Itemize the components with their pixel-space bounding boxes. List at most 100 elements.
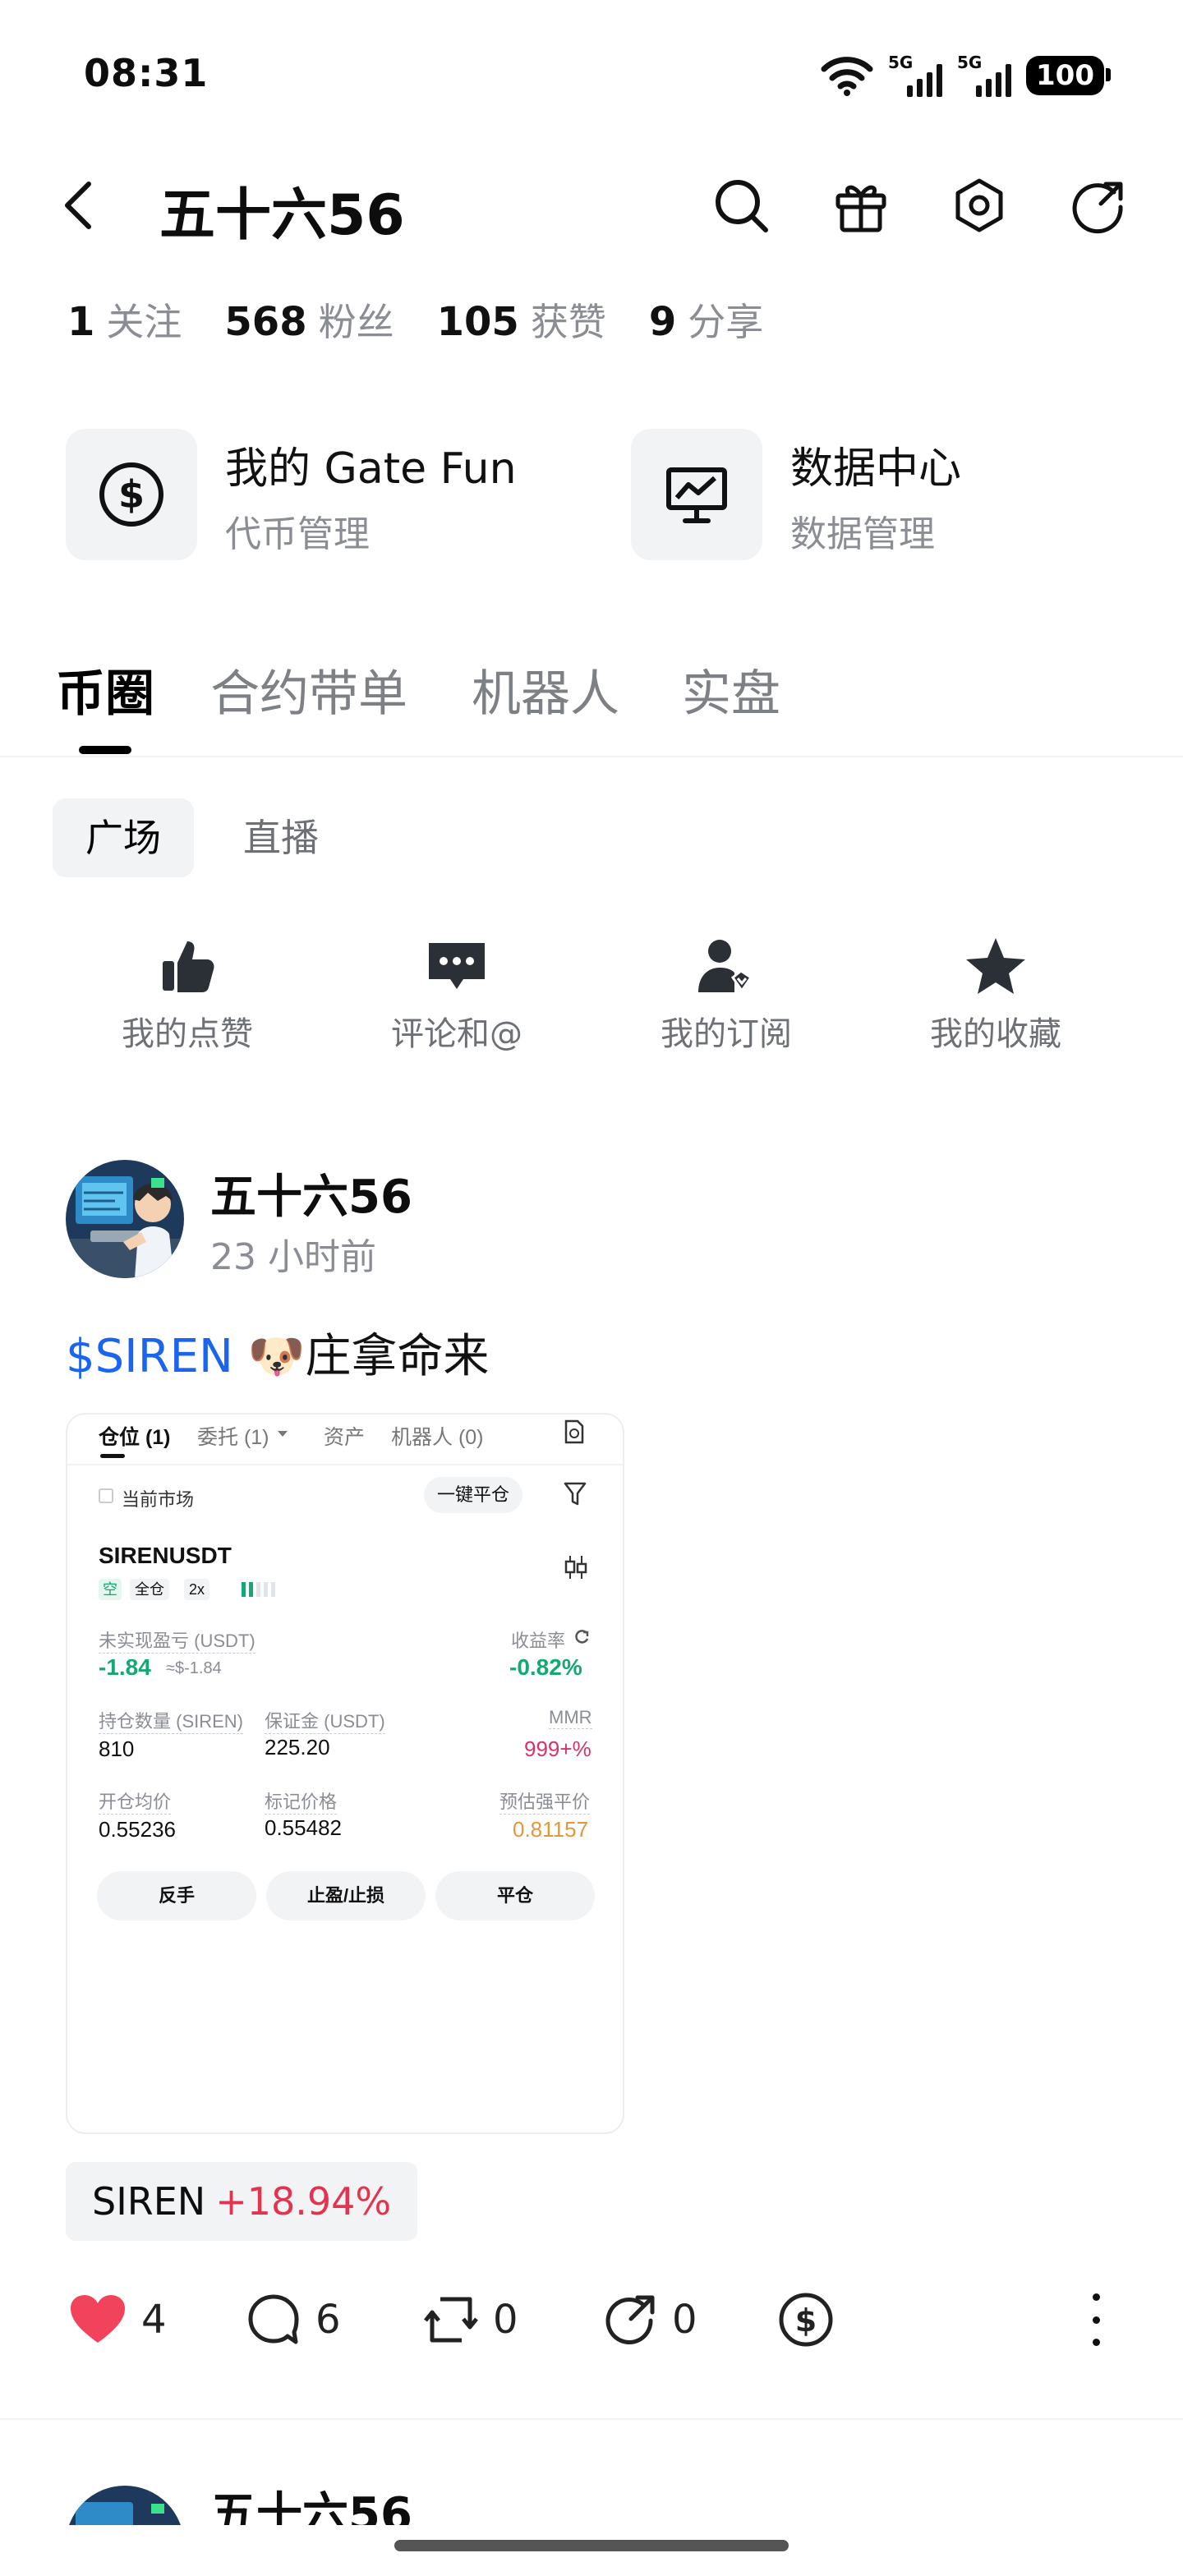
shot-margin-label: 保证金 (USDT) [265,1707,385,1734]
data-center-sub: 数据管理 [790,513,935,555]
shot-entry-value: 0.55236 [99,1817,176,1842]
like-button[interactable]: 4 [69,2290,167,2349]
dog-emoji: 🐶 [247,1330,306,1383]
my-favorites-button[interactable]: 我的收藏 [897,933,1094,1055]
thumbs-up-icon [163,941,214,992]
shot-upnl-approx: ≈$-1.84 [166,1659,222,1677]
post-text: 庄拿命来 [305,1330,490,1383]
search-icon[interactable] [711,176,771,235]
shot-tag-side: 空 [99,1579,122,1600]
next-post-author[interactable]: 五十六56 [210,2487,412,2525]
shot-checkbox [99,1488,113,1503]
status-time: 08:31 [84,51,209,95]
shot-tag-mode: 全仓 [130,1579,169,1600]
post-image[interactable]: 仓位 (1) 委托 (1) 资产 机器人 (0) 当前市场 一键平仓 SIREN… [66,1413,624,2134]
subtab-square[interactable]: 广场 [53,798,194,877]
shot-filter-icon [564,1482,587,1506]
shot-divider [67,1464,623,1465]
likes-received-label: 获赞 [530,300,606,344]
repost-icon [424,2297,478,2343]
subscribe-user-icon [698,940,753,993]
shot-upnl-label: 未实现盈亏 (USDT) [99,1626,255,1654]
post-author[interactable]: 五十六56 [210,1160,412,1226]
shot-tab-indicator [100,1454,125,1458]
forward-button[interactable]: 0 [603,2290,697,2349]
tabs-divider [0,756,1183,757]
followers-label[interactable]: 粉丝 [319,292,394,347]
shot-liq-label: 预估强平价 [499,1787,591,1815]
share-icon[interactable] [1068,176,1127,235]
settings-hexagon-icon[interactable] [950,176,1009,235]
avatar[interactable] [66,1160,184,1278]
data-center-title[interactable]: 数据中心 [790,434,961,495]
shot-qty-value: 810 [99,1736,135,1761]
shot-tpsl-button: 止盈/止损 [266,1871,426,1920]
shot-qty-label: 持仓数量 (SIREN) [99,1707,244,1734]
gate-fun-title[interactable]: 我的 Gate Fun [225,434,517,495]
dollar-circle-icon: $ [66,429,197,560]
more-options-icon[interactable] [1086,2293,1106,2346]
shot-current-market: 当前市场 [122,1489,195,1510]
status-icons: 5G 5G 100 [821,51,1111,100]
shot-mark-label: 标记价格 [265,1787,338,1815]
shot-close-all: 一键平仓 [424,1477,523,1513]
signal-5g-icon-1: 5G [888,53,943,99]
chip-symbol: SIREN [92,2179,206,2224]
heart-icon [71,2295,125,2343]
shot-candle-icon [564,1556,587,1579]
shot-level-bars [242,1582,275,1597]
chip-change: +18.94% [215,2179,392,2224]
followers-count[interactable]: 568 [224,299,306,345]
my-subscriptions-button[interactable]: 我的订阅 [628,933,825,1055]
tip-button[interactable]: $ [777,2290,835,2349]
repost-button[interactable]: 0 [424,2290,518,2349]
my-favorites-label: 我的收藏 [930,1015,1061,1053]
shot-close-button: 平仓 [435,1871,595,1920]
monitor-chart-icon [631,429,762,560]
like-count: 4 [141,2297,167,2343]
following-label[interactable]: 关注 [106,292,182,347]
shot-symbol: SIRENUSDT [99,1543,232,1568]
shot-refresh-icon [575,1630,589,1644]
comments-mentions-button[interactable]: 评论和@ [358,933,555,1055]
shot-upnl-value: -1.84 [99,1654,151,1680]
gift-icon[interactable] [831,176,891,235]
tab-coin-circle[interactable]: 币圈 [56,654,154,725]
tab-live-trading[interactable]: 实盘 [682,654,780,725]
shot-mark-value: 0.55482 [265,1815,342,1840]
comment-icon [429,943,485,989]
profile-stats: 1 关注 568 粉丝 105 获赞 9 分享 [67,292,806,347]
comment-count: 6 [315,2297,341,2343]
shot-tab-bots: 机器人 (0) [391,1426,484,1449]
comment-button[interactable]: 6 [246,2290,341,2349]
next-post-avatar[interactable] [66,2486,184,2525]
coin-chip[interactable]: SIREN +18.94% [66,2162,418,2241]
back-arrow-icon[interactable] [58,179,97,232]
data-center-card[interactable] [631,429,762,560]
post-time: 23 小时前 [210,1236,376,1278]
shot-dropdown-icon [278,1431,288,1437]
subtab-live[interactable]: 直播 [210,798,352,877]
shot-roe-value: -0.82% [509,1654,582,1680]
my-likes-button[interactable]: 我的点赞 [89,933,286,1055]
dollar-tip-icon: $ [779,2293,833,2347]
shot-tab-orders: 委托 (1) [197,1426,269,1449]
shot-liq-value: 0.81157 [513,1817,589,1842]
shares-count: 9 [648,299,677,345]
tab-copy-trading[interactable]: 合约带单 [210,654,407,725]
following-count[interactable]: 1 [67,299,94,345]
gate-fun-card[interactable]: $ [66,429,197,560]
repost-count: 0 [493,2297,518,2343]
shot-margin-value: 225.20 [265,1735,330,1760]
post-divider [0,2418,1183,2420]
comments-mentions-label: 评论和@ [391,1015,522,1053]
ticker-link[interactable]: $SIREN [66,1330,233,1383]
my-likes-label: 我的点赞 [122,1015,253,1053]
shares-label: 分享 [688,300,764,344]
signal-5g-icon-2: 5G [957,53,1012,99]
star-icon [966,938,1025,994]
tab-bots[interactable]: 机器人 [472,654,619,725]
shot-roe-label: 收益率 [511,1631,566,1651]
home-indicator[interactable] [394,2540,789,2551]
wifi-icon [821,57,873,96]
